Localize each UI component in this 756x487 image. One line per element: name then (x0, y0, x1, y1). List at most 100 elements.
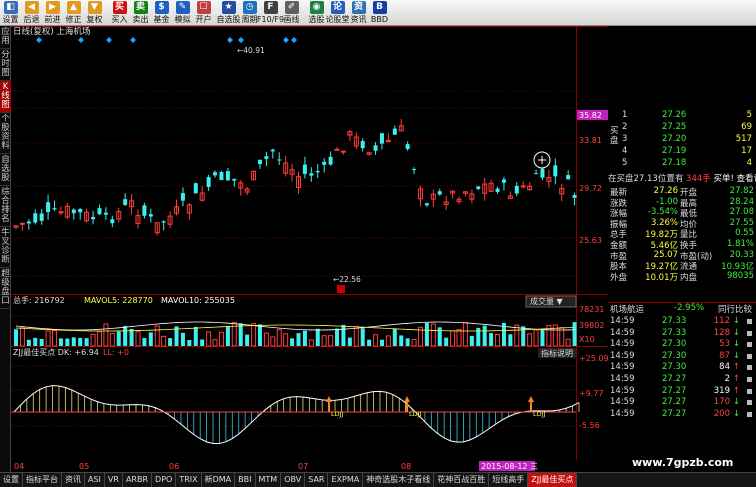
indicator-tab[interactable]: BBI (235, 473, 256, 487)
simulate-button[interactable]: ✎ 模拟 (172, 0, 193, 26)
volume-bar (572, 322, 577, 346)
tick-row: 14:59 27.30 84 ↑ (608, 362, 756, 374)
toolbar-label: 论股堂 (325, 15, 350, 24)
fund-button[interactable]: $ 基金 (151, 0, 172, 26)
indicator-tab[interactable]: 花神百战百胜 (434, 473, 490, 487)
stock-picker-button[interactable]: ◉ 选股 (306, 0, 327, 26)
volume-selector-label: 成交量 ▼ (530, 296, 564, 306)
indicator-tab[interactable]: 短线高手 (489, 473, 529, 487)
orderbook-volume: 4 (746, 158, 752, 168)
candle-body (379, 133, 384, 144)
volume-bar (360, 328, 365, 346)
up-button[interactable]: ▲ 修正 (63, 0, 84, 26)
tick-row: 14:59 27.33 112 ↓ (608, 316, 756, 328)
indicator-tab[interactable]: EXPMA (328, 473, 364, 487)
orderbook-row[interactable]: 5 27.18 4 (608, 158, 756, 170)
bbd-button[interactable]: B BBD (369, 0, 390, 26)
stat-row: 金额 5.46亿 换手 1.81% (608, 239, 756, 251)
stat-value: 98035 (726, 270, 754, 281)
indicator-tab[interactable]: SAR (305, 473, 329, 487)
left-tab-bar: 应用 分时图 K线图 个股资料 自选股 综合排名 牛叉诊断 超级盘口 (0, 26, 11, 472)
indicator-tick-label: +9.77 (579, 389, 604, 398)
indicator-tab[interactable]: 设置 (0, 473, 23, 487)
indicator-tab[interactable]: ZJJ最佳买点 (528, 473, 578, 487)
orderbook-row[interactable]: 4 27.19 17 (608, 146, 756, 158)
date-tick-label: 04 (14, 462, 24, 471)
candlestick-chart[interactable]: LDJJ LDJJ LDJJ 日线(复权) 上海机场 33.81 29.72 25.63 3… (11, 26, 609, 472)
price-tick-label: 29.72 (579, 184, 602, 193)
tick-price: 27.27 (662, 397, 687, 408)
tick-row: 14:59 27.33 128 ↓ (608, 328, 756, 340)
forward-button[interactable]: ▶ 前进 (42, 0, 63, 26)
indicator-tab[interactable]: 神奇选股木子看线 (363, 473, 435, 487)
tick-volume: 170 (713, 397, 730, 408)
indicator-tab[interactable]: 资讯 (62, 473, 85, 487)
open-account-button[interactable]: ☐ 开户 (193, 0, 214, 26)
stat-row: 市盈 25.07 市盈(动) 20.33 (608, 250, 756, 262)
candle-body (309, 173, 314, 176)
orderbook-summary[interactable]: 在买盘27.13位置有 344手 买单! 查看详细 (608, 172, 756, 184)
left-tab[interactable]: 应用 (0, 26, 11, 49)
indicator-tab[interactable]: MTM (256, 473, 282, 487)
tick-side-indicator-icon (747, 319, 752, 324)
sector-change: -2.95% (674, 303, 705, 313)
tick-side-indicator-icon (747, 353, 752, 359)
tick-time: 14:59 (610, 350, 635, 361)
left-tab[interactable]: 分时图 (0, 49, 11, 81)
left-tab[interactable]: K线图 (0, 81, 11, 113)
sell-button[interactable]: 卖卖出 (130, 0, 151, 26)
toolbar-label: 模拟 (174, 15, 191, 24)
down-button[interactable]: ▼ 复权 (84, 0, 105, 26)
orderbook-row[interactable]: 3 27.20 517 (608, 134, 756, 146)
tick-down-arrow-icon: ↓ (732, 397, 740, 408)
stat-row: 最新 27.26 开盘 27.82 (608, 186, 756, 198)
indicator-tab[interactable]: DPO (152, 473, 177, 487)
left-tab[interactable]: 自选股 (0, 154, 11, 186)
left-tab[interactable]: 个股资料 (0, 113, 11, 154)
indicator-tab[interactable]: ASI (85, 473, 105, 487)
stat-row: 涨幅 -3.54% 最低 27.08 (608, 207, 756, 219)
indicator-tab[interactable]: TRIX (176, 473, 202, 487)
ticker-header[interactable]: 机场航运 -2.95% 同行比较 (608, 302, 756, 315)
tick-side-indicator-icon (747, 365, 752, 371)
left-tab[interactable]: 牛叉诊断 (0, 227, 11, 268)
tick-price: 27.30 (662, 362, 687, 373)
candle-body (257, 159, 262, 165)
news-button[interactable]: 资资讯 (348, 0, 369, 26)
orderbook-row[interactable]: 2 27.25 69 (608, 122, 756, 134)
indicator-tab[interactable]: 新DMA (202, 473, 236, 487)
chart-area[interactable]: LDJJ LDJJ LDJJ 日线(复权) 上海机场 33.81 29.72 25.63 3… (11, 26, 609, 472)
orderbook-row[interactable]: 1 27.26 5 (608, 110, 756, 122)
draw-line-button[interactable]: ✐ 画线 (281, 0, 302, 26)
orderbook-price: 27.26 (662, 110, 687, 120)
candle-body (26, 221, 31, 224)
indicator-tab[interactable]: 指标平台 (23, 473, 62, 487)
back-button[interactable]: ◀ 后退 (21, 0, 42, 26)
stat-row: 振幅 3.26% 均价 27.55 (608, 218, 756, 230)
forum-button[interactable]: 论论股堂 (325, 0, 350, 26)
candle-body (142, 205, 147, 216)
tick-row: 14:59 27.30 87 ↓ (608, 351, 756, 363)
tick-time: 14:59 (610, 385, 635, 396)
sell-back-button[interactable]: ◧ 设置 (0, 0, 21, 26)
buy-button[interactable]: 买买入 (109, 0, 130, 26)
date-tick-label: 05 (79, 462, 89, 471)
candle-body (52, 208, 57, 210)
tick-up-arrow-icon: ↑ (732, 362, 740, 373)
left-tab[interactable]: 综合排名 (0, 186, 11, 227)
volume-bar (245, 334, 250, 346)
left-tab[interactable]: 超级盘口 (0, 268, 11, 309)
indicator-tab[interactable]: VR (105, 473, 123, 487)
volume-bar (14, 329, 18, 346)
f10-button[interactable]: F F10/F9 (257, 0, 284, 26)
summary-link[interactable]: 买单! 查看详细 (711, 174, 756, 184)
volume-bar (540, 329, 545, 346)
candle-body (213, 172, 218, 176)
watchlist-button[interactable]: ★ 自选股 (217, 0, 241, 26)
volume-total: 总手: 216792 (13, 295, 65, 305)
tick-time: 14:59 (610, 374, 635, 384)
indicator-tab[interactable]: ARBR (123, 473, 153, 487)
peer-compare-link[interactable]: 同行比较 (718, 303, 752, 315)
indicator-tab[interactable]: OBV (281, 473, 306, 487)
orderbook-volume: 17 (741, 146, 752, 156)
